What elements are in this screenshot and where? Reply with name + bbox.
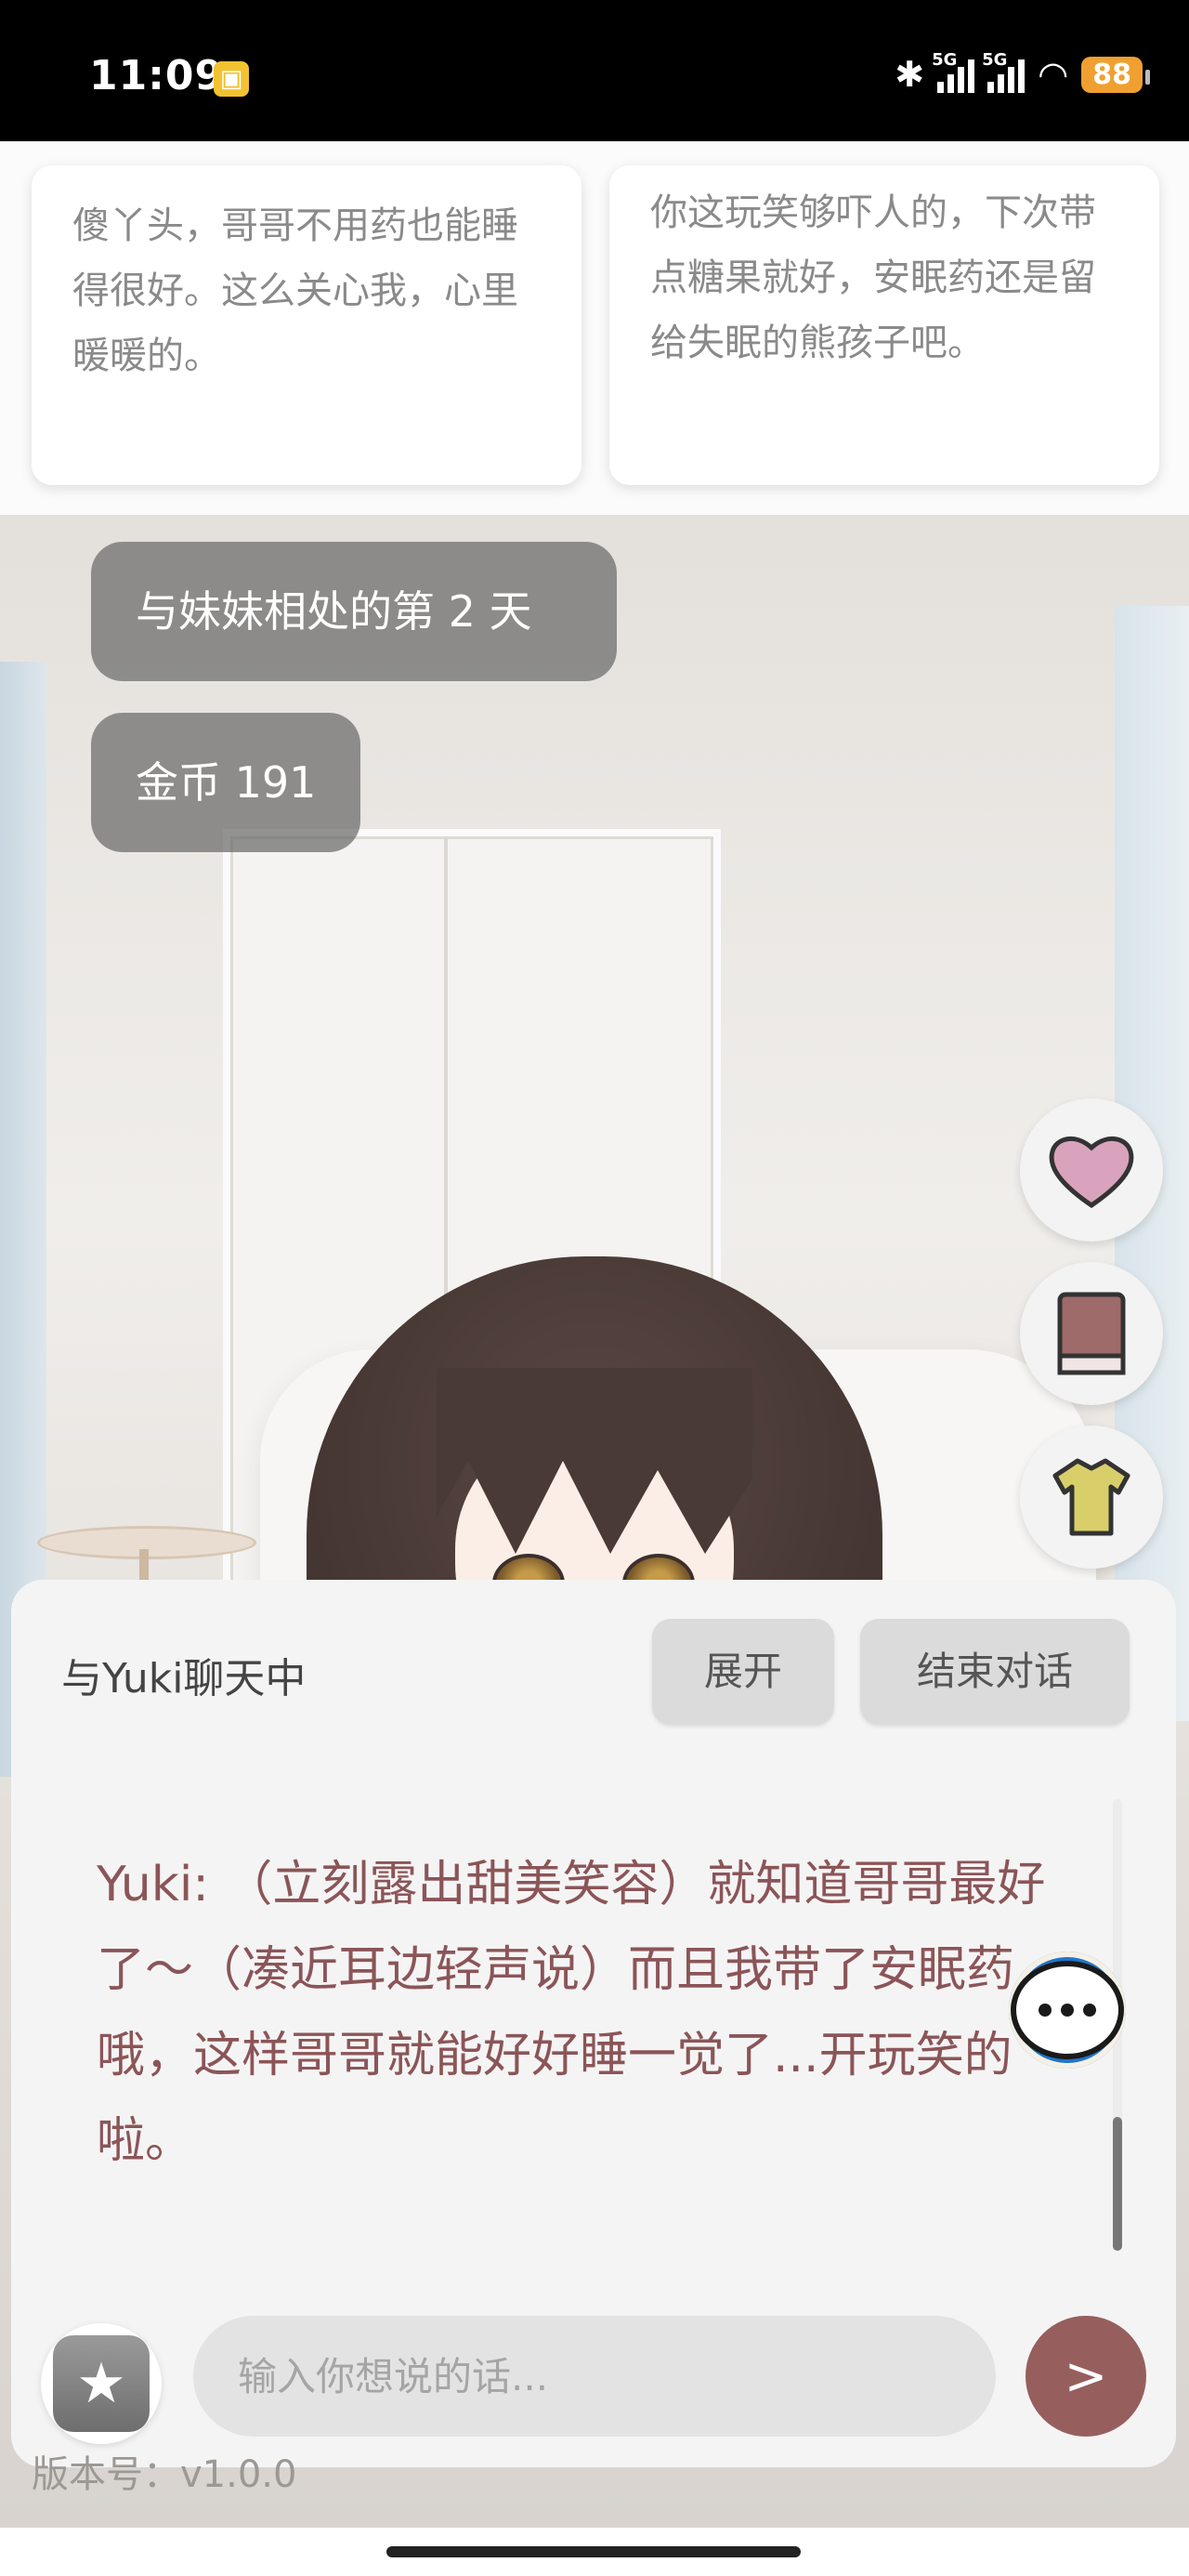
chat-message: Yuki: （立刻露出甜美笑容）就知道哥哥最好了～（凑近耳边轻声说）而且我带了安… <box>97 1842 1063 2184</box>
signal-icon-2: 5G <box>982 50 1026 93</box>
chat-title: 与Yuki聊天中 <box>61 1655 307 1702</box>
home-indicator-bar <box>0 2528 1189 2576</box>
book-icon <box>1054 1289 1129 1378</box>
status-time: 11:09 <box>89 52 225 99</box>
battery-indicator: 88 <box>1081 56 1150 93</box>
version-label: 版本号：v1.0.0 <box>32 2453 297 2496</box>
day-counter-badge: 与妹妹相处的第 2 天 <box>91 542 617 681</box>
suggestion-card-2[interactable]: 你这玩笑够吓人的，下次带点糖果就好，安眠药还是留给失眠的熊孩子吧。 <box>609 165 1159 485</box>
message-text: （立刻露出甜美笑容）就知道哥哥最好了～（凑近耳边轻声说）而且我带了安眠药哦，这样… <box>97 1857 1046 2169</box>
bluetooth-icon: ✱ <box>895 54 925 95</box>
status-indicators: ✱ 5G 5G ◠ 88 <box>895 50 1150 95</box>
suggestion-card-1[interactable]: 傻丫头，哥哥不用药也能睡得很好。这么关心我，心里暖暖的。 <box>32 165 581 485</box>
scrollbar-thumb[interactable] <box>1113 2117 1122 2251</box>
expand-button[interactable]: 展开 <box>652 1619 834 1725</box>
end-conversation-button[interactable]: 结束对话 <box>860 1619 1130 1725</box>
gift-icon: ★ <box>53 2335 150 2432</box>
notification-icon: ▣ <box>214 61 249 97</box>
send-button[interactable]: > <box>1026 2316 1146 2437</box>
chat-bubble-button[interactable] <box>1009 1952 1126 2069</box>
shirt-icon <box>1050 1455 1133 1539</box>
diary-button[interactable] <box>1020 1262 1163 1405</box>
message-speaker: Yuki: <box>97 1857 209 1912</box>
wifi-icon: ◠ <box>1038 54 1069 95</box>
gift-button[interactable]: ★ <box>41 2323 162 2444</box>
heart-icon <box>1047 1131 1136 1209</box>
speech-bubble-icon <box>1011 1961 1124 2059</box>
status-bar: 11:09 ▣ ✱ 5G 5G ◠ 88 <box>0 0 1189 141</box>
favorite-button[interactable] <box>1020 1098 1163 1242</box>
signal-icon: 5G <box>932 50 975 93</box>
message-input[interactable] <box>193 2316 996 2437</box>
coin-balance-badge: 金币 191 <box>91 713 361 852</box>
wardrobe-button[interactable] <box>1020 1426 1163 1569</box>
home-indicator[interactable] <box>386 2546 801 2557</box>
